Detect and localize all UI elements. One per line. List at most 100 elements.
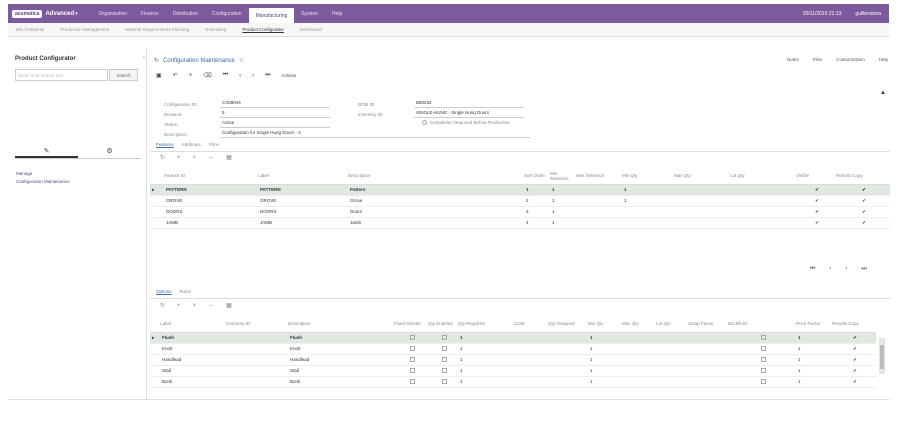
add-icon[interactable]: +: [189, 73, 193, 79]
table-cell[interactable]: GROVE: [164, 195, 258, 207]
table-row[interactable]: ▸ PATTERN PATTERN Pattern 1 1 1 ✔ ✔: [150, 184, 890, 196]
checkbox[interactable]: [760, 367, 766, 373]
table-cell[interactable]: Doors: [348, 206, 524, 218]
table-cell[interactable]: [514, 365, 548, 377]
checkbox-cell[interactable]: [728, 376, 796, 388]
checkbox[interactable]: [441, 356, 447, 362]
checkbox[interactable]: [409, 356, 415, 362]
checkbox-cell[interactable]: [428, 376, 458, 388]
module-distribution[interactable]: Distribution: [166, 4, 205, 23]
table-cell[interactable]: Handlead: [288, 354, 394, 366]
refresh-icon[interactable]: ↻: [160, 302, 165, 309]
table-cell[interactable]: [576, 184, 622, 196]
previous-page-icon[interactable]: ‹: [829, 266, 831, 273]
table-cell[interactable]: [656, 376, 688, 388]
module-help[interactable]: Help: [325, 4, 349, 23]
table-cell[interactable]: 1: [588, 354, 622, 366]
module-system[interactable]: System: [294, 4, 325, 23]
checkbox-cell[interactable]: ✔: [832, 365, 876, 377]
column-header[interactable]: Feature ID: [164, 168, 258, 185]
column-header[interactable]: Inventory ID: [226, 316, 288, 333]
table-cell[interactable]: 1: [458, 376, 514, 388]
table-cell[interactable]: 1: [550, 195, 576, 207]
table-cell[interactable]: [226, 354, 288, 366]
inventory-field[interactable]: SINGLE-HUNG - Single Hung Doors: [414, 110, 524, 118]
table-cell[interactable]: 1: [550, 184, 576, 196]
subnav-product-configurator[interactable]: Product Configurator: [234, 27, 292, 32]
table-cell[interactable]: Bonk: [160, 376, 226, 388]
checkbox-cell[interactable]: [394, 343, 428, 355]
first-record-icon[interactable]: ⏮: [223, 72, 228, 79]
description-field[interactable]: Configuration for Single Hung Doors - 2: [220, 130, 530, 138]
checkbox[interactable]: [760, 334, 766, 340]
row-selector[interactable]: ▸: [150, 332, 160, 344]
table-cell[interactable]: [226, 343, 288, 355]
checkbox-cell[interactable]: [728, 354, 796, 366]
column-header[interactable]: Max Qty: [674, 168, 730, 185]
table-cell[interactable]: [656, 354, 688, 366]
table-cell[interactable]: [688, 354, 728, 366]
checkbox-cell[interactable]: ✔: [832, 376, 876, 388]
nav-item-configuration-maintenance[interactable]: Configuration Maintenance: [16, 179, 70, 184]
checkbox-cell[interactable]: [728, 332, 796, 344]
table-cell[interactable]: JAMB: [164, 217, 258, 229]
export-excel-icon[interactable]: ▦: [226, 154, 232, 161]
star-icon[interactable]: ☆: [239, 57, 244, 64]
checkbox-cell[interactable]: [394, 365, 428, 377]
nav-item-manage[interactable]: Manage: [16, 171, 32, 176]
table-cell[interactable]: [688, 365, 728, 377]
table-cell[interactable]: [656, 332, 688, 344]
module-manufacturing[interactable]: Manufacturing: [248, 8, 295, 23]
table-cell[interactable]: 1: [458, 365, 514, 377]
table-row[interactable]: Handlead Handlead 1 1 1 ✔: [150, 354, 876, 366]
refresh-icon[interactable]: ↻: [160, 154, 165, 161]
revision-field[interactable]: 5: [220, 110, 330, 118]
completion-checkbox[interactable]: [422, 120, 427, 125]
table-cell[interactable]: [674, 195, 730, 207]
subnav-dashboard[interactable]: Dashboard: [292, 27, 330, 32]
table-cell[interactable]: 1: [796, 332, 832, 344]
table-cell[interactable]: [226, 332, 288, 344]
column-header[interactable]: Qty Enabled: [428, 316, 458, 333]
table-cell[interactable]: 1: [796, 354, 832, 366]
column-header[interactable]: Fixed Include: [394, 316, 428, 333]
table-cell[interactable]: 1: [458, 343, 514, 355]
table-cell[interactable]: [576, 195, 622, 207]
checkbox-cell[interactable]: ✔: [836, 206, 890, 218]
table-cell[interactable]: [730, 206, 796, 218]
tab-rules[interactable]: Rules: [180, 289, 192, 294]
checkbox-cell[interactable]: ✔: [836, 217, 890, 229]
table-row[interactable]: DOORS DOORS Doors 3 1 ✔ ✔: [150, 206, 890, 218]
table-cell[interactable]: Stall: [160, 365, 226, 377]
table-cell[interactable]: [622, 343, 656, 355]
table-cell[interactable]: Handlead: [160, 354, 226, 366]
table-cell[interactable]: 1: [524, 184, 550, 196]
table-cell[interactable]: Jamb: [348, 217, 524, 229]
previous-record-icon[interactable]: ‹: [239, 73, 241, 79]
table-cell[interactable]: 1: [588, 332, 622, 344]
table-cell[interactable]: GROVE: [258, 195, 348, 207]
table-cell[interactable]: [688, 343, 728, 355]
checkbox-cell[interactable]: ✔: [796, 195, 836, 207]
table-cell[interactable]: DOORS: [258, 206, 348, 218]
table-row[interactable]: GROVE GROVE Grove 2 1 1 ✔ ✔: [150, 195, 890, 207]
table-cell[interactable]: [548, 365, 588, 377]
column-header[interactable]: Qty Assigned: [548, 316, 588, 333]
table-row[interactable]: Knob Knob 1 1 1 ✔: [150, 343, 876, 355]
fit-columns-icon[interactable]: ⇔: [208, 303, 214, 309]
tab-price[interactable]: Price: [209, 142, 219, 147]
pencil-icon[interactable]: ✎: [15, 145, 78, 158]
table-row[interactable]: ▸ Flush Flush 1 1 1 ✔: [150, 332, 876, 344]
row-selector[interactable]: [150, 376, 160, 388]
table-cell[interactable]: [674, 217, 730, 229]
checkbox-cell[interactable]: ✔: [836, 184, 890, 196]
subnav-bill-of-material[interactable]: Bill of Material: [8, 27, 52, 32]
checkbox-cell[interactable]: [728, 365, 796, 377]
checkbox[interactable]: [760, 378, 766, 384]
checkbox[interactable]: [760, 356, 766, 362]
table-cell[interactable]: 3: [524, 206, 550, 218]
table-cell[interactable]: PATTERN: [164, 184, 258, 196]
add-row-icon[interactable]: +: [177, 155, 181, 161]
row-selector[interactable]: [150, 217, 164, 229]
column-header[interactable]: Lot Qty: [656, 316, 688, 333]
